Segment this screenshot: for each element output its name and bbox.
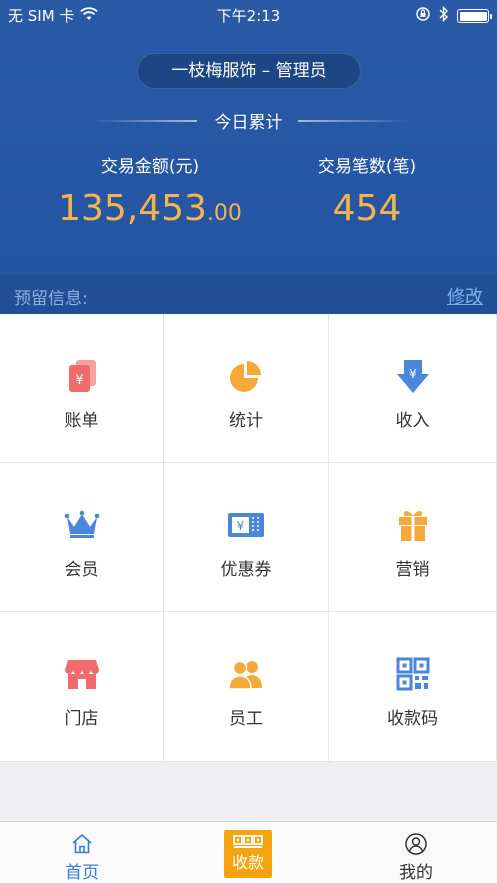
- period-row: 今日累计: [0, 108, 497, 134]
- status-bar: 无 SIM 卡 下午2:13: [0, 0, 497, 28]
- reserve-info-bar: 预留信息: 修改: [0, 275, 497, 314]
- bill-icon: ¥: [62, 356, 102, 396]
- svg-text:¥: ¥: [75, 373, 83, 388]
- menu-item-coupon[interactable]: ¥ 优惠券: [164, 463, 329, 612]
- menu-label: 收款码: [387, 709, 438, 729]
- amount-stat: 交易金额(元) 135,453.00: [50, 152, 250, 234]
- menu-label: 优惠券: [220, 560, 272, 580]
- svg-text:¥: ¥: [409, 367, 417, 381]
- tab-collect[interactable]: 收款: [224, 830, 272, 878]
- menu-item-member[interactable]: 会员: [0, 463, 164, 612]
- feature-grid: ¥ 账单 统计 ¥ 收入 会员 ¥ 优惠券 营销 门店 员工 收款码: [0, 314, 497, 762]
- menu-item-statistics[interactable]: 统计: [164, 314, 329, 463]
- menu-label: 账单: [64, 411, 99, 431]
- menu-label: 营销: [395, 560, 430, 580]
- svg-text:¥: ¥: [237, 519, 245, 533]
- dashboard-header: 无 SIM 卡 下午2:13 一枝梅服饰 – 管理员 今日累计 交易金额(元) …: [0, 0, 497, 275]
- store-switcher[interactable]: 一枝梅服饰 – 管理员: [137, 53, 361, 89]
- menu-label: 统计: [229, 411, 263, 431]
- menu-label: 员工: [229, 709, 263, 729]
- amount-value: 135,453.00: [50, 189, 250, 234]
- amount-integer: 135,453: [58, 188, 207, 229]
- amount-decimal: .00: [206, 201, 242, 226]
- menu-item-bill[interactable]: ¥ 账单: [0, 314, 164, 463]
- tab-collect-label: 收款: [231, 853, 264, 872]
- count-stat: 交易笔数(笔) 454: [267, 152, 467, 229]
- count-label: 交易笔数(笔): [317, 157, 417, 177]
- menu-label: 门店: [64, 709, 99, 729]
- count-value: 454: [332, 188, 402, 229]
- divider-line-right: [298, 120, 410, 122]
- pie-chart-icon: [226, 356, 266, 396]
- reserve-info-label: 预留信息:: [14, 289, 88, 309]
- coupon-icon: ¥: [226, 505, 266, 545]
- rotation-lock-icon: [415, 6, 431, 26]
- bottom-tab-bar: 首页 收款 我的: [0, 821, 497, 883]
- edit-reserve-link[interactable]: 修改: [447, 283, 483, 309]
- crown-icon: [62, 505, 102, 545]
- staff-icon: [226, 654, 266, 694]
- menu-item-staff[interactable]: 员工: [164, 612, 329, 762]
- menu-label: 会员: [64, 560, 99, 580]
- qr-scan-icon: [233, 835, 263, 851]
- menu-label: 收入: [395, 411, 430, 431]
- status-right: [415, 5, 492, 26]
- menu-item-store[interactable]: 门店: [0, 612, 164, 762]
- battery-icon: [457, 9, 492, 23]
- tab-home[interactable]: 首页: [30, 822, 134, 883]
- menu-item-income[interactable]: ¥ 收入: [329, 314, 497, 463]
- bluetooth-icon: [439, 5, 449, 26]
- tab-home-label: 首页: [65, 863, 99, 883]
- qr-code-icon: [393, 654, 433, 694]
- tab-mine[interactable]: 我的: [364, 822, 468, 883]
- tab-mine-label: 我的: [399, 863, 433, 883]
- gift-icon: [393, 505, 433, 545]
- menu-item-qr-code[interactable]: 收款码: [329, 612, 497, 762]
- store-icon: [62, 654, 102, 694]
- menu-item-marketing[interactable]: 营销: [329, 463, 497, 612]
- user-profile-icon: [404, 832, 428, 856]
- income-arrow-icon: ¥: [393, 356, 433, 396]
- home-icon: [70, 832, 94, 856]
- amount-label: 交易金额(元): [100, 157, 200, 177]
- period-label: 今日累计: [214, 113, 283, 133]
